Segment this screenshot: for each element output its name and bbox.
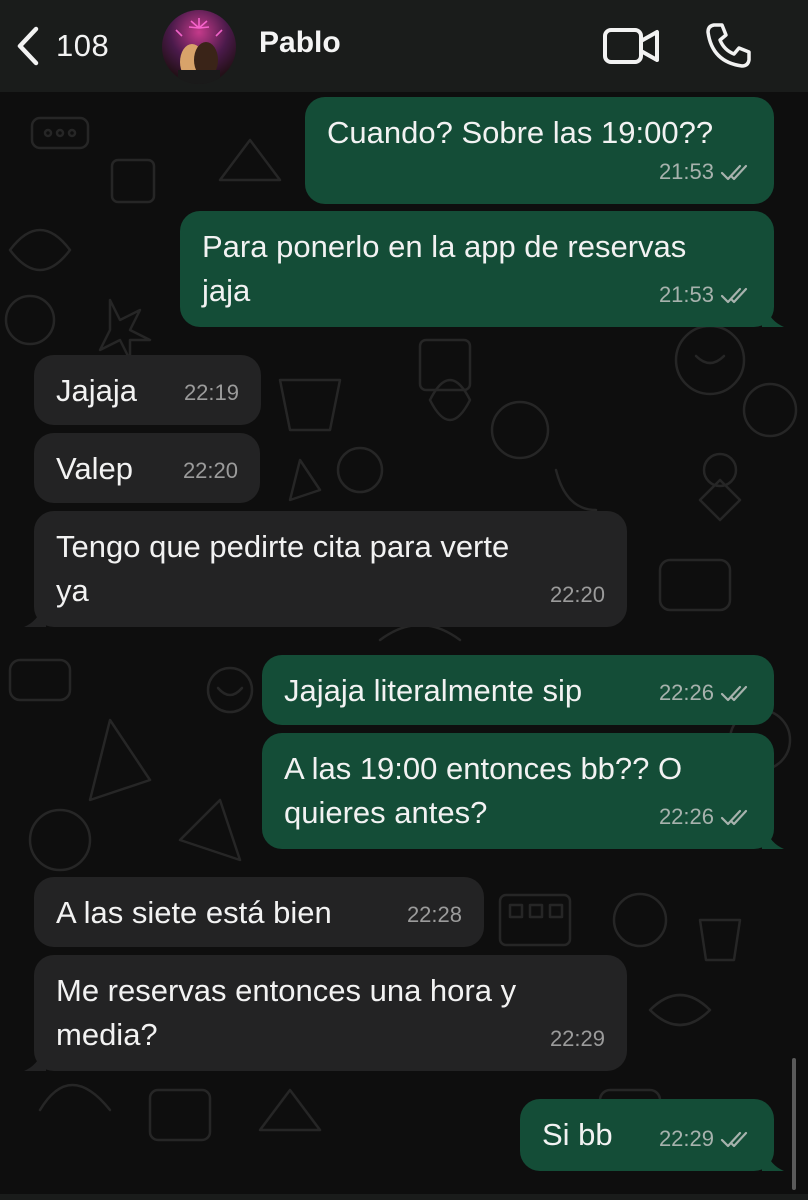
video-camera-icon [603, 28, 659, 64]
double-check-icon [720, 164, 748, 181]
message-time: 22:28 [406, 902, 462, 927]
message-meta: 22:26 [659, 795, 752, 839]
message-meta: 22:19 [184, 371, 239, 415]
contact-name[interactable]: Pablo [259, 26, 341, 60]
message-text: Tengo que pedirte cita para verte ya [56, 529, 510, 608]
incoming-message[interactable]: Jajaja 22:19 [34, 355, 261, 425]
chat-header: 108 Pablo [0, 0, 808, 92]
message-time: 22:19 [183, 380, 239, 405]
bubble-tail [762, 829, 784, 849]
chat-screen: 108 Pablo Cuando? Sobre las 19:00?? 21:5… [0, 0, 808, 1200]
outgoing-message[interactable]: Jajaja literalmente sip 22:26 [262, 655, 774, 725]
bubble-tail [762, 307, 784, 327]
message-time: 22:26 [658, 680, 714, 705]
incoming-message[interactable]: Valep 22:20 [34, 433, 260, 503]
message-text: Cuando? Sobre las 19:00?? [327, 115, 714, 150]
message-time: 22:20 [549, 582, 605, 607]
message-time: 22:29 [658, 1126, 714, 1151]
double-check-icon [720, 809, 748, 826]
voice-call-button[interactable] [704, 20, 754, 70]
video-call-button[interactable] [602, 24, 660, 68]
double-check-icon [720, 1131, 748, 1148]
message-text: Me reservas entonces una hora y media? [56, 973, 517, 1052]
scrollbar[interactable] [792, 1058, 796, 1190]
message-time: 22:20 [182, 458, 238, 483]
outgoing-message[interactable]: Cuando? Sobre las 19:00?? 21:53 [305, 97, 774, 204]
back-button[interactable]: 108 [14, 22, 109, 70]
avatar[interactable] [162, 10, 236, 84]
outgoing-message[interactable]: A las 19:00 entonces bb?? O quieres ante… [262, 733, 784, 849]
message-meta: 21:53 [659, 150, 752, 194]
message-meta: 21:53 [659, 273, 752, 317]
bubble-tail [762, 1151, 784, 1171]
message-meta: 22:26 [659, 671, 752, 715]
bubble-tail [24, 607, 46, 627]
message-meta: 22:29 [550, 1017, 605, 1061]
bubble-tail [24, 1051, 46, 1071]
incoming-message[interactable]: Me reservas entonces una hora y media? 2… [24, 955, 627, 1071]
unread-count: 108 [56, 28, 110, 63]
message-meta: 22:20 [183, 449, 238, 493]
message-meta: 22:28 [407, 893, 462, 937]
message-text: A las siete está bien [56, 895, 332, 930]
incoming-message[interactable]: A las siete está bien 22:28 [34, 877, 484, 947]
composer-edge [0, 1194, 808, 1200]
message-time: 22:29 [549, 1026, 605, 1051]
message-meta: 22:29 [659, 1117, 752, 1161]
phone-icon [706, 23, 751, 68]
message-meta: 22:20 [550, 573, 605, 617]
outgoing-message[interactable]: Para ponerlo en la app de reservas jaja … [180, 211, 784, 327]
message-time: 22:26 [658, 804, 714, 829]
incoming-message[interactable]: Tengo que pedirte cita para verte ya 22:… [24, 511, 627, 627]
chevron-left-icon [17, 26, 39, 66]
avatar-photo [175, 18, 223, 84]
outgoing-message[interactable]: Si bb 22:29 [520, 1099, 784, 1171]
message-time: 21:53 [658, 159, 714, 184]
double-check-icon [720, 685, 748, 702]
message-time: 21:53 [658, 282, 714, 307]
double-check-icon [720, 287, 748, 304]
